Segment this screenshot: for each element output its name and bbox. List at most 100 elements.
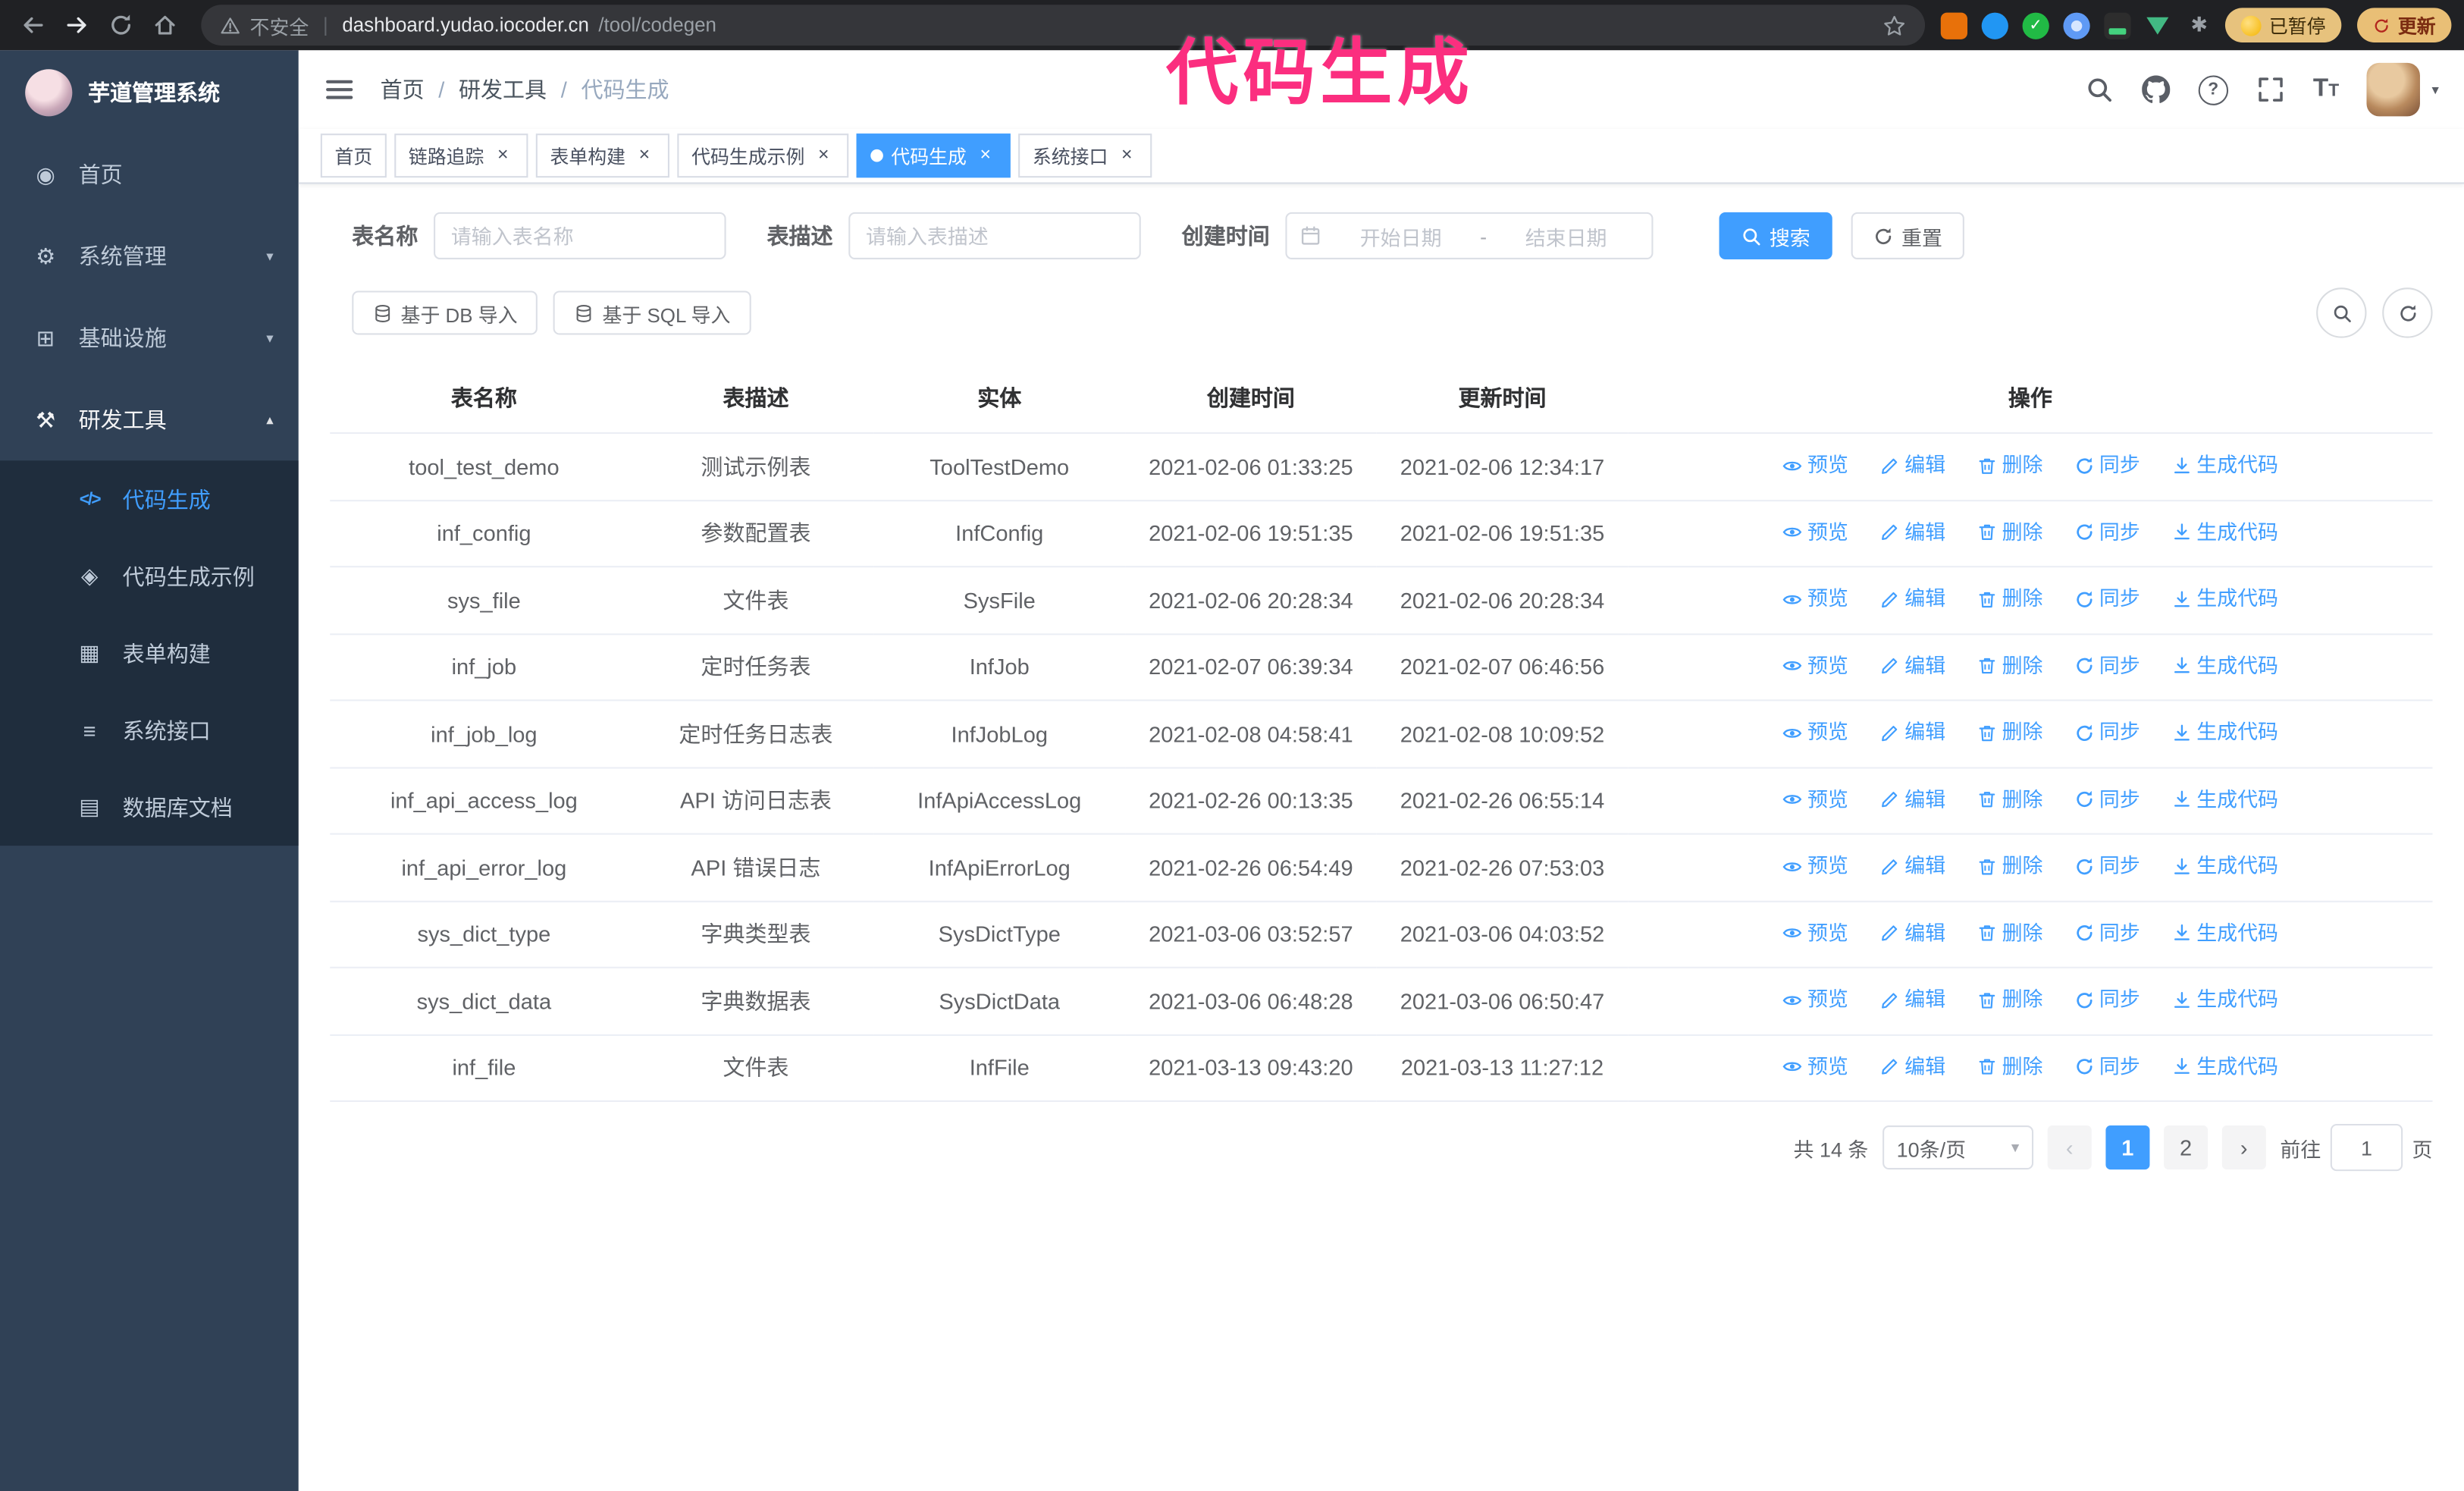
preview-link[interactable]: 预览 [1782,715,1848,750]
delete-link[interactable]: 删除 [1977,1050,2043,1085]
table-name-input[interactable] [434,212,726,259]
sidebar-item-codegen-example[interactable]: ◈ 代码生成示例 [0,538,299,615]
generate-code-link[interactable]: 生成代码 [2171,982,2278,1017]
refresh-table-button[interactable] [2382,287,2433,338]
sidebar-item-db-doc[interactable]: ▤ 数据库文档 [0,769,299,846]
goto-page-input[interactable] [2330,1123,2403,1172]
close-icon[interactable]: × [813,144,835,167]
date-range-picker[interactable]: 开始日期 - 结束日期 [1285,212,1654,259]
back-button[interactable] [13,5,54,46]
sidebar-item-system[interactable]: ⚙ 系统管理 ▾ [0,215,299,297]
preview-link[interactable]: 预览 [1782,648,1848,683]
delete-link[interactable]: 删除 [1977,582,2043,617]
help-icon[interactable]: ? [2198,74,2228,105]
sidebar-item-infra[interactable]: ⊞ 基础设施 ▾ [0,297,299,379]
close-icon[interactable]: × [492,144,514,167]
next-page-button[interactable]: › [2221,1125,2266,1170]
breadcrumb-home[interactable]: 首页 [381,74,425,105]
sync-link[interactable]: 同步 [2074,515,2140,550]
generate-code-link[interactable]: 生成代码 [2171,849,2278,884]
preview-link[interactable]: 预览 [1782,782,1848,817]
search-button[interactable]: 搜索 [1719,212,1832,259]
preview-link[interactable]: 预览 [1782,448,1848,483]
edit-link[interactable]: 编辑 [1879,648,1945,683]
sync-link[interactable]: 同步 [2074,982,2140,1017]
omnibox[interactable]: 不安全 | dashboard.yudao.iocoder.cn/tool/co… [201,5,1925,46]
sync-link[interactable]: 同步 [2074,1050,2140,1085]
forward-button[interactable] [57,5,98,46]
sidebar-item-home[interactable]: ◉ 首页 [0,133,299,215]
close-icon[interactable]: × [974,144,996,167]
extension-icon-blue[interactable] [1981,11,2008,39]
delete-link[interactable]: 删除 [1977,515,2043,550]
import-db-button[interactable]: 基于 DB 导入 [352,290,538,335]
edit-link[interactable]: 编辑 [1879,782,1945,817]
sync-link[interactable]: 同步 [2074,582,2140,617]
generate-code-link[interactable]: 生成代码 [2171,1050,2278,1085]
sidebar-item-form-builder[interactable]: ▦ 表单构建 [0,614,299,692]
preview-link[interactable]: 预览 [1782,849,1848,884]
edit-link[interactable]: 编辑 [1879,1050,1945,1085]
sync-link[interactable]: 同步 [2074,782,2140,817]
generate-code-link[interactable]: 生成代码 [2171,515,2278,550]
sync-link[interactable]: 同步 [2074,648,2140,683]
user-menu[interactable]: ▾ [2367,62,2439,117]
app-logo[interactable]: 芋道管理系统 [0,50,299,133]
sync-link[interactable]: 同步 [2074,915,2140,950]
edit-link[interactable]: 编辑 [1879,448,1945,483]
tab-trace[interactable]: 链路追踪 × [394,133,528,178]
sidebar-item-devtools[interactable]: ⚒ 研发工具 ▴ [0,379,299,461]
edit-link[interactable]: 编辑 [1879,982,1945,1017]
preview-link[interactable]: 预览 [1782,1050,1848,1085]
edit-link[interactable]: 编辑 [1879,582,1945,617]
table-desc-input[interactable] [848,212,1141,259]
toggle-search-button[interactable] [2316,287,2367,338]
page-button-1[interactable]: 1 [2105,1125,2150,1170]
sidebar-item-codegen[interactable]: </> 代码生成 [0,460,299,538]
sync-link[interactable]: 同步 [2074,715,2140,750]
preview-link[interactable]: 预览 [1782,515,1848,550]
delete-link[interactable]: 删除 [1977,915,2043,950]
tab-codegen[interactable]: 代码生成 × [856,133,1011,178]
generate-code-link[interactable]: 生成代码 [2171,448,2278,483]
delete-link[interactable]: 删除 [1977,982,2043,1017]
edit-link[interactable]: 编辑 [1879,515,1945,550]
paused-badge[interactable]: 已暂停 [2224,8,2342,42]
reset-button[interactable]: 重置 [1851,212,1964,259]
extension-icon-orange[interactable] [1940,11,1967,39]
delete-link[interactable]: 删除 [1977,715,2043,750]
close-icon[interactable]: × [1116,144,1138,167]
generate-code-link[interactable]: 生成代码 [2171,582,2278,617]
page-button-2[interactable]: 2 [2164,1125,2209,1170]
extension-icon-people[interactable] [2063,11,2090,39]
prev-page-button[interactable]: ‹ [2047,1125,2092,1170]
search-icon[interactable] [2085,75,2113,103]
generate-code-link[interactable]: 生成代码 [2171,782,2278,817]
sync-link[interactable]: 同步 [2074,849,2140,884]
edit-link[interactable]: 编辑 [1879,849,1945,884]
tab-codegen-example[interactable]: 代码生成示例 × [677,133,849,178]
home-button[interactable] [145,5,186,46]
tab-system-api[interactable]: 系统接口 × [1018,133,1152,178]
reload-button[interactable] [101,5,142,46]
update-button[interactable]: 更新 [2357,8,2452,42]
fullscreen-icon[interactable] [2256,75,2284,103]
generate-code-link[interactable]: 生成代码 [2171,648,2278,683]
extension-icon-misc[interactable]: ✱ [2186,12,2212,39]
breadcrumb-devtools[interactable]: 研发工具 [459,74,547,105]
close-icon[interactable]: × [633,144,655,167]
generate-code-link[interactable]: 生成代码 [2171,915,2278,950]
preview-link[interactable]: 预览 [1782,915,1848,950]
extension-icon-green-check[interactable]: ✓ [2022,11,2049,39]
extension-icon-screenshot[interactable] [2104,11,2131,39]
import-sql-button[interactable]: 基于 SQL 导入 [553,290,751,335]
delete-link[interactable]: 删除 [1977,782,2043,817]
preview-link[interactable]: 预览 [1782,982,1848,1017]
bookmark-star-icon[interactable] [1882,14,1906,37]
extension-icon-vue[interactable] [2145,12,2171,39]
sidebar-item-system-api[interactable]: ≡ 系统接口 [0,692,299,769]
hamburger-icon[interactable] [324,74,355,105]
page-size-select[interactable]: 10条/页 ▾ [1882,1125,2034,1170]
github-icon[interactable] [2142,75,2170,103]
delete-link[interactable]: 删除 [1977,448,2043,483]
